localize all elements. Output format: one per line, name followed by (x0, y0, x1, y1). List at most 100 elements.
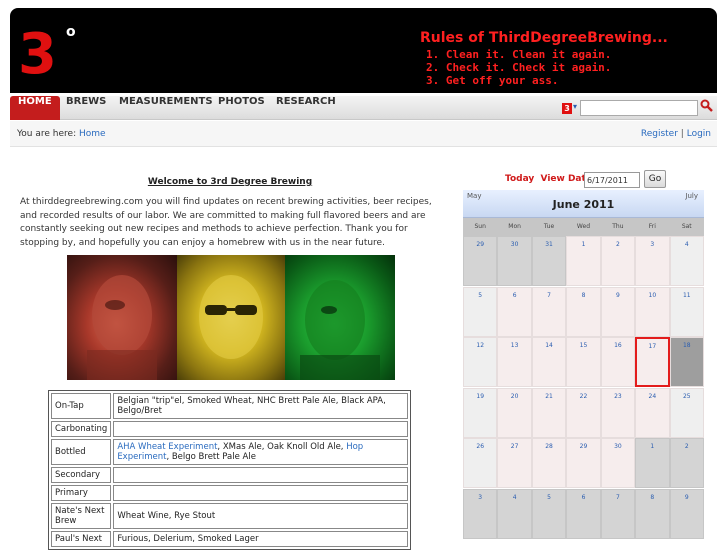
row-label: On-Tap (51, 393, 112, 419)
weekday-label: Tue (543, 223, 555, 230)
calendar-day[interactable]: 4 (497, 488, 532, 539)
row-value (113, 421, 408, 437)
row-label: Nate's Next Brew (51, 503, 112, 529)
weekday-header: Sun Mon Tue Wed Thu Fri Sat (463, 218, 704, 236)
calendar-day[interactable]: 21 (531, 387, 567, 438)
weekday-label: Sun (474, 223, 486, 230)
calendar-day[interactable]: 27 (497, 438, 532, 488)
rule-item: 2. Check it. Check it again. (426, 61, 612, 74)
nav-measurements[interactable]: MEASUREMENTS (119, 96, 213, 120)
rules-block: Rules of ThirdDegreeBrewing... 1. Clean … (420, 30, 668, 87)
calendar-day[interactable]: 8 (566, 286, 601, 337)
breadcrumb-home-link[interactable]: Home (79, 129, 106, 139)
calendar-day[interactable]: 25 (669, 387, 704, 438)
logo-degree: o (66, 24, 76, 40)
link-separator: | (680, 129, 684, 139)
photo-yellow-panel (177, 255, 285, 380)
weekday-label: Fri (648, 223, 656, 230)
calendar-day[interactable]: 10 (635, 286, 670, 337)
calendar-day[interactable]: 31 (531, 236, 567, 286)
calendar-day[interactable]: 17 (635, 337, 670, 387)
photo-green-panel (285, 255, 395, 380)
table-row: Carbonating (51, 421, 408, 437)
search-input[interactable] (580, 100, 698, 116)
weekday-label: Wed (576, 223, 591, 230)
calendar-day[interactable]: 18 (669, 337, 704, 387)
calendar-day[interactable]: 30 (600, 438, 636, 488)
table-row: Primary (51, 485, 408, 501)
site-header: 3 o Rules of ThirdDegreeBrewing... 1. Cl… (10, 8, 717, 93)
nav-research[interactable]: RESEARCH (276, 96, 336, 120)
calendar-header: May June 2011 July (463, 190, 704, 218)
breadcrumb-prefix: You are here: Home (17, 121, 106, 147)
row-label: Secondary (51, 467, 112, 483)
calendar-day[interactable]: 8 (635, 488, 670, 539)
calendar-day[interactable]: 2 (669, 438, 704, 488)
calendar-day[interactable]: 22 (566, 387, 601, 438)
row-value: AHA Wheat Experiment, XMas Ale, Oak Knol… (113, 439, 408, 465)
next-month-link[interactable]: July (685, 192, 698, 200)
calendar-day[interactable]: 3 (463, 488, 498, 539)
calendar-day[interactable]: 3 (635, 236, 670, 286)
rules-title: Rules of ThirdDegreeBrewing... (420, 30, 668, 46)
breadcrumb: You are here: Home Register | Login (10, 121, 717, 147)
table-row: Bottled AHA Wheat Experiment, XMas Ale, … (51, 439, 408, 465)
calendar-controls-label: Today View Date: (505, 170, 596, 188)
table-row: On-Tap Belgian "trip"el, Smoked Wheat, N… (51, 393, 408, 419)
weekday-label: Thu (612, 223, 624, 230)
calendar-day[interactable]: 28 (531, 438, 567, 488)
calendar-day[interactable]: 7 (531, 286, 567, 337)
calendar-day[interactable]: 5 (463, 286, 498, 337)
brewers-photo (67, 255, 395, 380)
calendar-day[interactable]: 23 (600, 387, 636, 438)
bottled-text-mid: , XMas Ale, Oak Knoll Old Ale, (217, 442, 347, 452)
calendar-day[interactable]: 1 (635, 438, 670, 488)
site-logo[interactable]: 3 o (18, 20, 78, 90)
login-link[interactable]: Login (687, 129, 711, 139)
nav-brews[interactable]: BREWS (66, 96, 106, 120)
go-button[interactable]: Go (644, 170, 666, 188)
today-link[interactable]: Today (505, 174, 534, 184)
view-date-input[interactable] (584, 172, 640, 188)
calendar-day[interactable]: 12 (463, 337, 498, 387)
table-row: Nate's Next Brew Wheat Wine, Rye Stout (51, 503, 408, 529)
search-icon[interactable] (700, 99, 713, 115)
calendar-day[interactable]: 11 (669, 286, 704, 337)
row-label: Bottled (51, 439, 112, 465)
calendar-day[interactable]: 5 (531, 488, 567, 539)
calendar-day[interactable]: 14 (531, 337, 567, 387)
beer-status-table: On-Tap Belgian "trip"el, Smoked Wheat, N… (48, 390, 411, 550)
calendar-day[interactable]: 9 (600, 286, 636, 337)
calendar-day[interactable]: 2 (600, 236, 636, 286)
breadcrumb-lead: You are here: (17, 129, 77, 139)
nav-home[interactable]: HOME (10, 96, 60, 120)
calendar-day[interactable]: 20 (497, 387, 532, 438)
calendar-day[interactable]: 30 (497, 236, 532, 286)
nav-photos[interactable]: PHOTOS (218, 96, 265, 120)
calendar-day[interactable]: 6 (497, 286, 532, 337)
calendar-day[interactable]: 4 (669, 236, 704, 286)
calendar-day[interactable]: 16 (600, 337, 636, 387)
row-label: Primary (51, 485, 112, 501)
calendar-day[interactable]: 29 (566, 438, 601, 488)
row-label: Carbonating (51, 421, 112, 437)
calendar-day[interactable]: 13 (497, 337, 532, 387)
aha-wheat-link[interactable]: AHA Wheat Experiment (117, 442, 217, 452)
calendar-day[interactable]: 15 (566, 337, 601, 387)
chevron-down-icon[interactable]: ▾ (573, 102, 577, 111)
calendar-day[interactable]: 29 (463, 236, 498, 286)
register-link[interactable]: Register (641, 129, 678, 139)
calendar-day[interactable]: 19 (463, 387, 498, 438)
calendar-day[interactable]: 26 (463, 438, 498, 488)
logo-number: 3 (18, 22, 57, 87)
account-links: Register | Login (641, 121, 711, 147)
row-value (113, 485, 408, 501)
photo-red-panel (67, 255, 177, 380)
calendar-day[interactable]: 7 (600, 488, 636, 539)
calendar-day[interactable]: 9 (669, 488, 704, 539)
calendar-day[interactable]: 1 (566, 236, 601, 286)
search-scope-logo[interactable]: 3 (562, 103, 572, 114)
calendar-day[interactable]: 24 (635, 387, 670, 438)
calendar-day[interactable]: 6 (566, 488, 601, 539)
row-value (113, 467, 408, 483)
